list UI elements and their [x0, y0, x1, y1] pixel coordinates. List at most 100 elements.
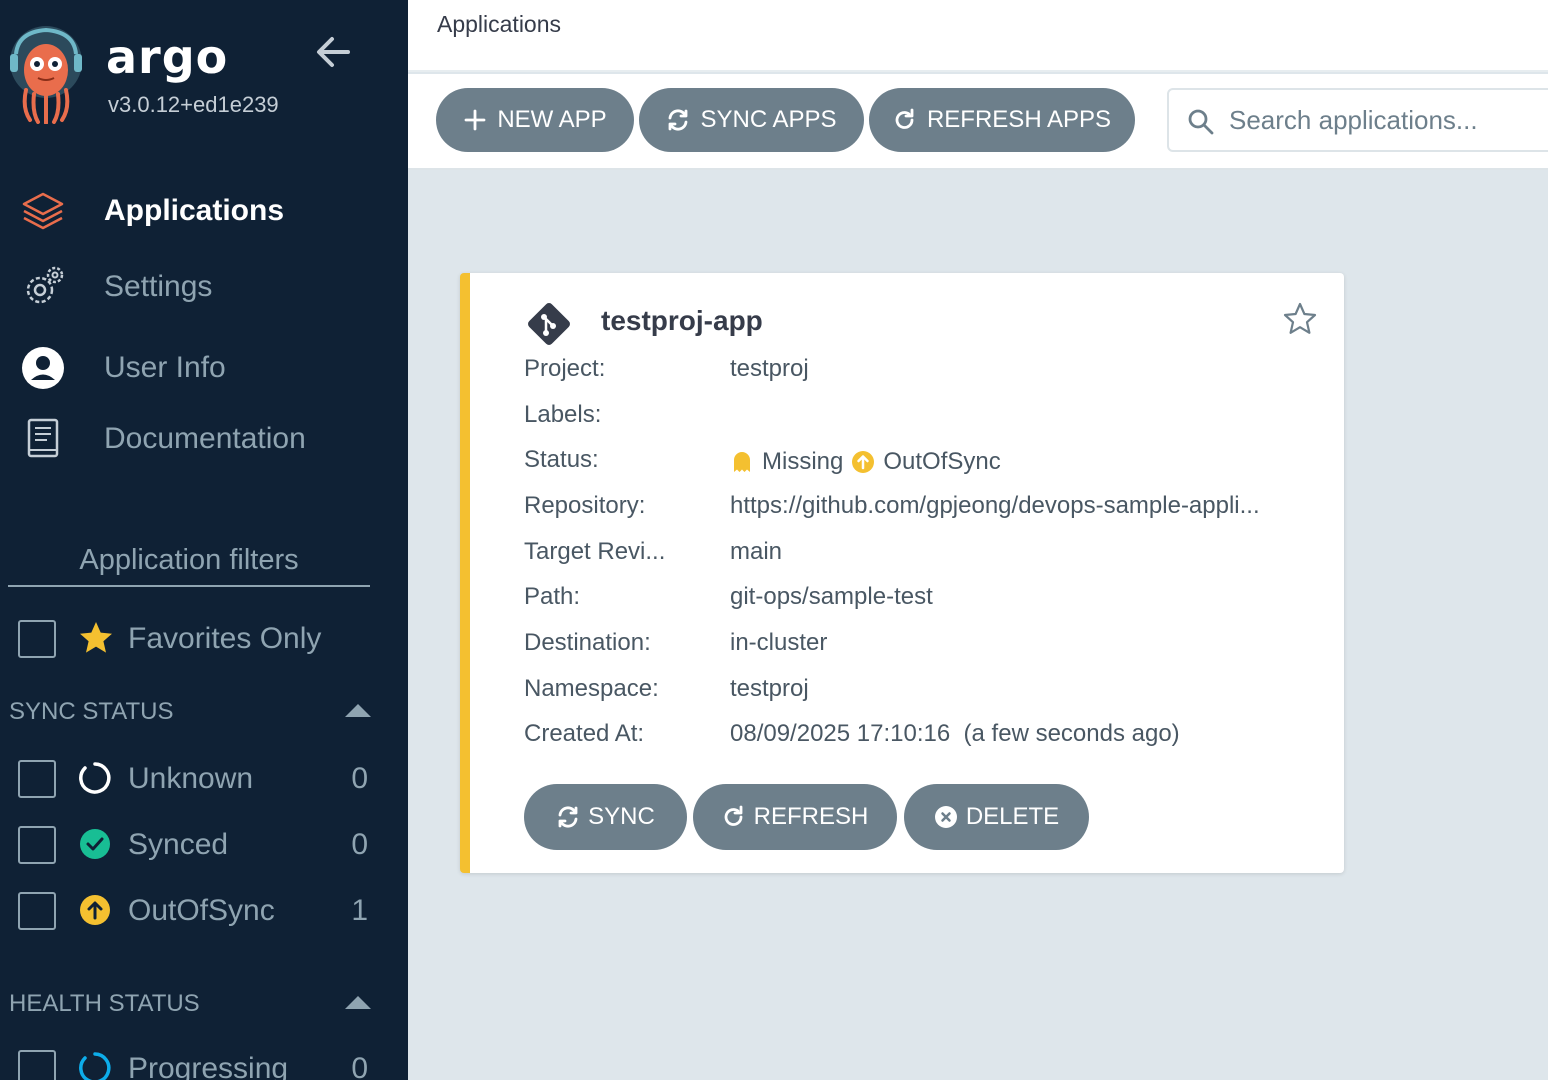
filter-checkbox[interactable]	[18, 760, 56, 798]
arrow-circle-up-icon	[852, 451, 875, 473]
gears-icon	[26, 266, 64, 304]
filter-row-progressing[interactable]: Progressing 0	[18, 1048, 368, 1080]
sync-status-heading[interactable]: SYNC STATUS	[9, 698, 371, 726]
refresh-apps-button[interactable]: REFRESH APPS	[869, 88, 1135, 152]
field-repository: Repository: https://github.com/gpjeong/d…	[524, 492, 1324, 524]
sync-button[interactable]: SYNC	[524, 784, 687, 850]
sync-apps-button[interactable]: SYNC APPS	[639, 88, 864, 152]
favorites-checkbox[interactable]	[18, 620, 56, 658]
times-circle-icon	[934, 806, 957, 828]
search-box[interactable]	[1167, 88, 1548, 152]
field-created-at: Created At: 08/09/2025 17:10:16 (a few s…	[524, 720, 1324, 752]
status-value: Missing OutOfSync	[730, 446, 1001, 478]
application-filters-title: Application filters	[8, 544, 370, 587]
filter-row-outofsync[interactable]: OutOfSync 1	[18, 890, 368, 934]
field-value: testproj	[730, 675, 809, 702]
delete-label: DELETE	[965, 803, 1060, 830]
field-value: https://github.com/gpjeong/devops-sample…	[730, 492, 1260, 519]
field-key: Status:	[524, 446, 599, 473]
sync-icon	[558, 806, 578, 828]
field-value: 08/09/2025 17:10:16 (a few seconds ago)	[730, 720, 1180, 747]
delete-button[interactable]: DELETE	[904, 784, 1089, 850]
page-title: Applications	[437, 11, 562, 37]
filter-checkbox[interactable]	[18, 892, 56, 930]
search-input[interactable]	[1229, 100, 1548, 140]
sync-icon	[669, 109, 688, 131]
nav-applications[interactable]: Applications	[0, 180, 408, 240]
field-value: in-cluster	[730, 629, 828, 656]
field-key: Project:	[524, 355, 606, 382]
refresh-button[interactable]: REFRESH	[693, 784, 897, 850]
field-key: Labels:	[524, 401, 602, 428]
field-destination: Destination: in-cluster	[524, 629, 1324, 661]
field-key: Path:	[524, 583, 581, 610]
field-key: Namespace:	[524, 675, 659, 702]
field-value: testproj	[730, 355, 809, 382]
nav-label: Documentation	[104, 422, 306, 455]
arrow-circle-up-icon	[80, 895, 110, 925]
caret-up-icon	[345, 704, 371, 717]
ghost-icon	[734, 452, 750, 472]
health-status-heading[interactable]: HEALTH STATUS	[9, 990, 371, 1018]
search-icon	[1188, 109, 1214, 135]
nav-user-info[interactable]: User Info	[0, 337, 408, 397]
field-labels: Labels:	[524, 401, 1324, 433]
field-key: Destination:	[524, 629, 651, 656]
filter-row-unknown[interactable]: Unknown 0	[18, 758, 368, 802]
filter-label: Synced	[128, 828, 229, 861]
health-status-text: Missing	[762, 448, 844, 475]
brand-name: argo	[106, 30, 229, 84]
field-value: main	[730, 538, 783, 565]
sync-status-text: OutOfSync	[883, 448, 1001, 475]
favorites-only-filter[interactable]: Favorites Only	[18, 618, 398, 662]
filter-checkbox[interactable]	[18, 1050, 56, 1080]
refresh-label: REFRESH	[753, 803, 869, 830]
field-value: git-ops/sample-test	[730, 583, 933, 610]
field-key: Repository:	[524, 492, 646, 519]
redo-icon	[724, 805, 743, 826]
field-namespace: Namespace: testproj	[524, 675, 1324, 707]
page-header: Applications	[408, 0, 1548, 72]
version-label: v3.0.12+ed1e239	[108, 92, 279, 117]
toolbar: NEW APP SYNC APPS REFRESH APPS	[408, 74, 1548, 170]
redo-icon	[895, 108, 914, 129]
field-project: Project: testproj	[524, 355, 1324, 387]
filter-checkbox[interactable]	[18, 826, 56, 864]
field-key: Target Revi...	[524, 538, 666, 565]
progressing-circle-icon	[79, 1052, 111, 1080]
filter-count: 0	[351, 1052, 368, 1080]
argo-octopus-logo	[10, 26, 82, 124]
plus-icon	[464, 109, 486, 131]
circle-notch-icon	[79, 762, 111, 794]
nav-settings[interactable]: Settings	[0, 256, 408, 316]
star-outline-icon[interactable]	[1282, 301, 1318, 337]
sync-status-title: SYNC STATUS	[9, 698, 174, 725]
favorites-label: Favorites Only	[128, 622, 322, 655]
user-circle-icon	[22, 347, 64, 389]
field-status: Status: Missing OutOfSync	[524, 446, 1324, 478]
book-icon	[27, 418, 59, 458]
nav-documentation[interactable]: Documentation	[0, 408, 408, 468]
sync-label: SYNC	[588, 803, 655, 830]
filter-label: Unknown	[128, 762, 254, 795]
refresh-apps-label: REFRESH APPS	[926, 106, 1112, 133]
nav-label: Applications	[104, 194, 285, 227]
filter-count: 0	[351, 828, 368, 861]
layers-icon	[22, 192, 64, 230]
field-key: Created At:	[524, 720, 645, 747]
new-app-label: NEW APP	[497, 106, 607, 133]
filter-row-synced[interactable]: Synced 0	[18, 824, 368, 868]
health-status-title: HEALTH STATUS	[9, 990, 200, 1017]
nav-label: User Info	[104, 351, 226, 384]
filter-count: 1	[351, 894, 368, 927]
app-name[interactable]: testproj-app	[601, 305, 763, 337]
sync-apps-label: SYNC APPS	[700, 106, 837, 133]
filter-count: 0	[351, 762, 368, 795]
collapse-sidebar-arrow-icon[interactable]	[314, 34, 352, 70]
git-diamond-icon	[528, 303, 570, 345]
filter-label: Progressing	[128, 1052, 289, 1080]
star-filled-icon	[80, 622, 112, 653]
new-app-button[interactable]: NEW APP	[436, 88, 634, 152]
application-card[interactable]: testproj-app Project: testproj Labels: S…	[460, 273, 1344, 873]
sidebar: argo v3.0.12+ed1e239 Applications Settin…	[0, 0, 408, 1080]
